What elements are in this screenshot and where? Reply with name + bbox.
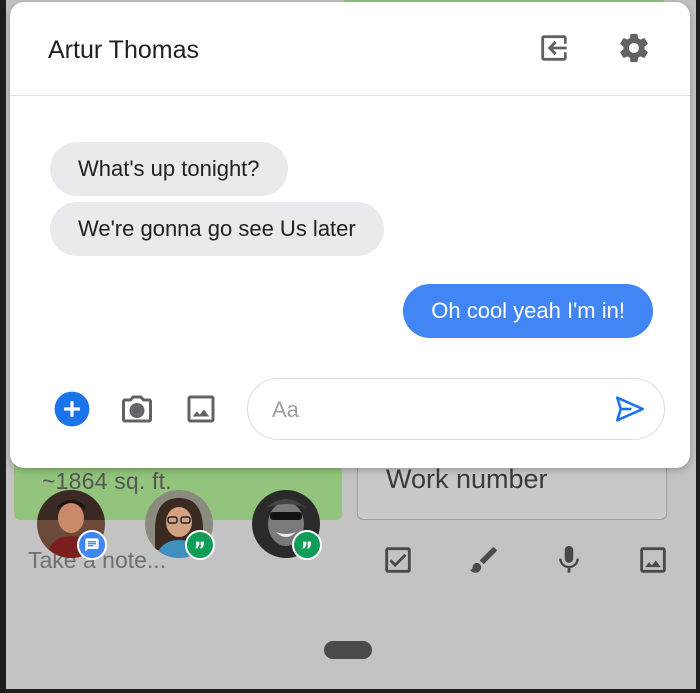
device-edge (696, 0, 700, 693)
screen: ~1864 sq. ft. Work number Take a note... (0, 0, 700, 693)
chat-bubble-window: Artur Thomas What's up tonight? We're go… (10, 2, 690, 468)
add-circle-icon[interactable] (52, 389, 92, 429)
avatar-grayscale-hangouts[interactable] (252, 490, 322, 560)
camera-icon[interactable] (117, 389, 157, 429)
microphone-icon[interactable] (549, 540, 589, 580)
send-icon[interactable] (610, 389, 650, 429)
image-icon[interactable] (633, 540, 673, 580)
message-input[interactable] (272, 393, 592, 427)
avatar-man-messages[interactable] (37, 490, 107, 560)
message-incoming: We're gonna go see Us later (50, 202, 384, 256)
checkbox-icon[interactable] (378, 540, 418, 580)
device-edge (0, 689, 700, 693)
image-icon[interactable] (181, 389, 221, 429)
avatar-woman-hangouts[interactable] (145, 490, 215, 560)
brush-icon[interactable] (464, 540, 504, 580)
messages-icon (77, 530, 107, 560)
exit-to-app-icon[interactable] (534, 28, 574, 68)
home-gesture-pill[interactable] (324, 641, 372, 659)
gear-icon[interactable] (614, 28, 654, 68)
chat-title: Artur Thomas (48, 36, 199, 64)
chat-header: Artur Thomas (10, 2, 690, 96)
message-composer (247, 378, 665, 440)
message-outgoing: Oh cool yeah I'm in! (403, 284, 653, 338)
hangouts-icon (185, 530, 215, 560)
message-incoming: What's up tonight? (50, 142, 288, 196)
device-edge (0, 0, 6, 693)
note-card-work-number-text: Work number (386, 464, 548, 494)
hangouts-icon (292, 530, 322, 560)
